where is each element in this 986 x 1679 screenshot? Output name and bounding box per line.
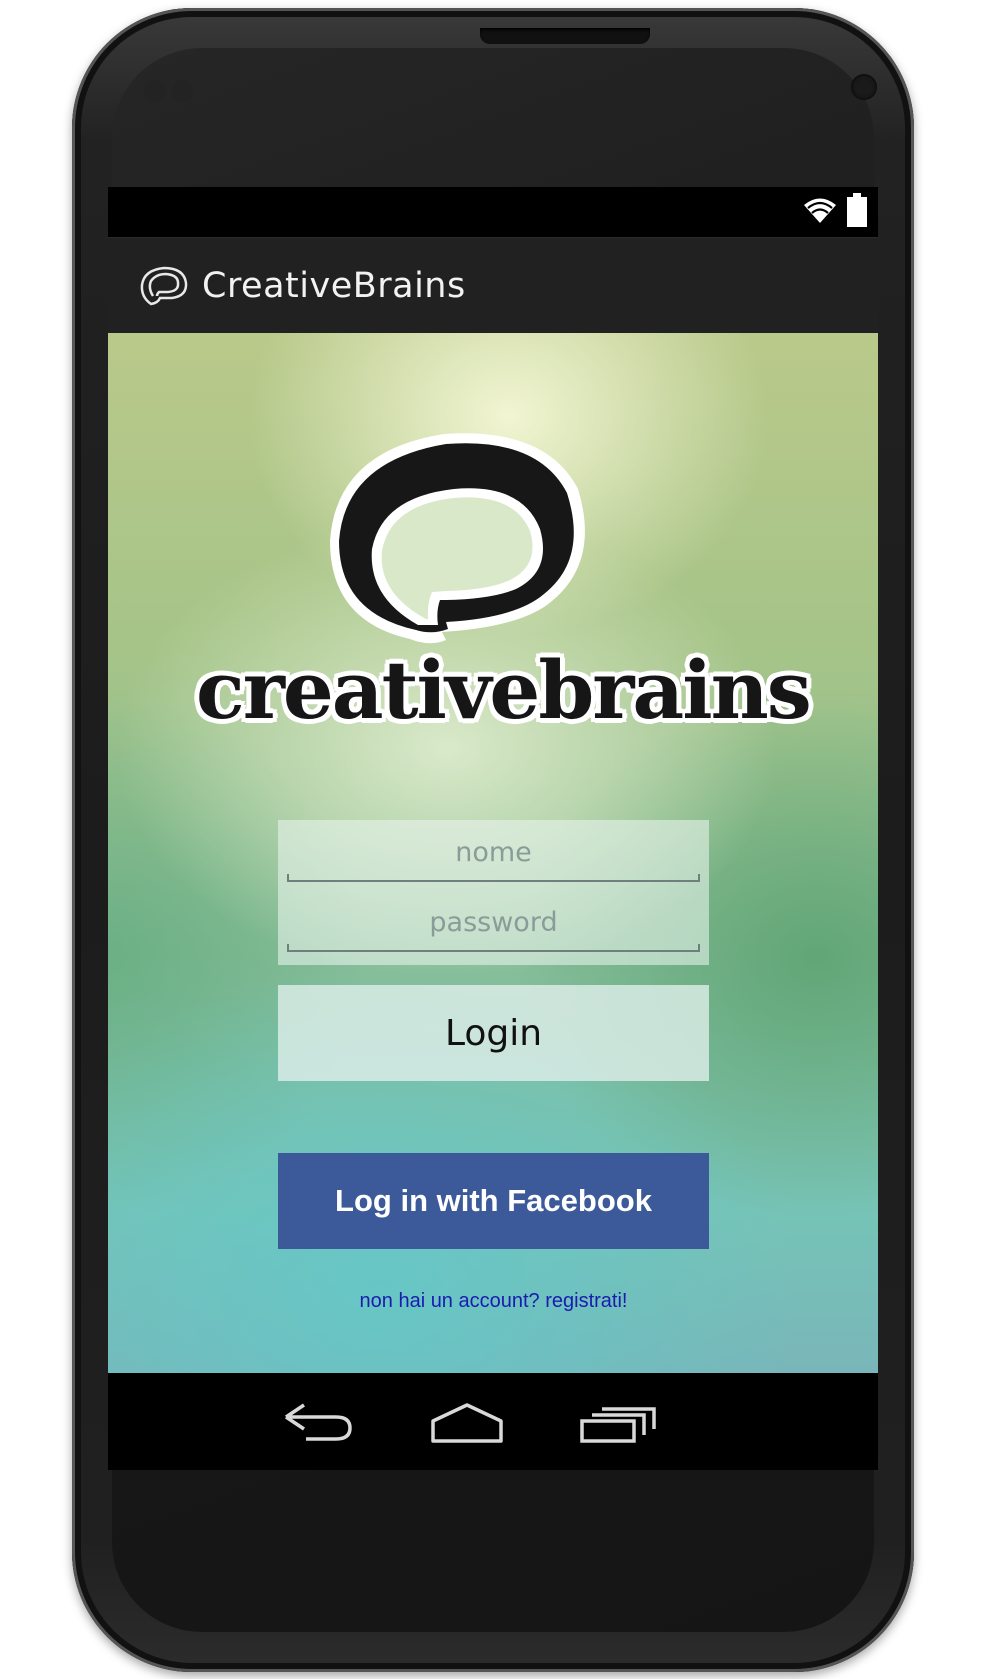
login-form bbox=[278, 820, 709, 965]
speaker-grille bbox=[480, 28, 650, 44]
brain-logo-icon bbox=[330, 433, 585, 644]
navigation-bar bbox=[108, 1373, 878, 1470]
action-bar: CreativeBrains bbox=[108, 237, 878, 334]
logo-wordmark: creativebrains bbox=[196, 643, 812, 737]
password-input[interactable] bbox=[287, 894, 700, 950]
device-frame: CreativeBrains creativebrains nome Login… bbox=[0, 0, 986, 1679]
login-content: creativebrains Login Log in with Faceboo… bbox=[108, 333, 878, 1373]
front-camera bbox=[851, 74, 877, 100]
app-title: CreativeBrains bbox=[202, 266, 466, 306]
battery-icon bbox=[847, 193, 867, 227]
name-input-underline bbox=[287, 874, 700, 882]
name-input[interactable] bbox=[287, 824, 700, 880]
recent-apps-icon[interactable] bbox=[578, 1399, 658, 1449]
proximity-sensor bbox=[144, 80, 166, 102]
app-logo-icon[interactable] bbox=[138, 263, 190, 309]
back-icon[interactable] bbox=[278, 1399, 358, 1449]
wifi-icon bbox=[804, 198, 836, 223]
password-input-underline bbox=[287, 944, 700, 952]
light-sensor bbox=[172, 80, 194, 102]
phone-screen: CreativeBrains creativebrains nome Login… bbox=[108, 187, 878, 1470]
status-bar bbox=[108, 187, 878, 237]
creativebrains-logo: creativebrains bbox=[196, 431, 812, 751]
facebook-login-button[interactable]: Log in with Facebook bbox=[278, 1153, 709, 1249]
login-button[interactable]: Login bbox=[278, 985, 709, 1081]
name-field bbox=[287, 824, 700, 884]
home-icon[interactable] bbox=[427, 1399, 507, 1449]
password-field bbox=[287, 894, 700, 954]
register-link[interactable]: non hai un account? registrati! bbox=[278, 1290, 709, 1313]
